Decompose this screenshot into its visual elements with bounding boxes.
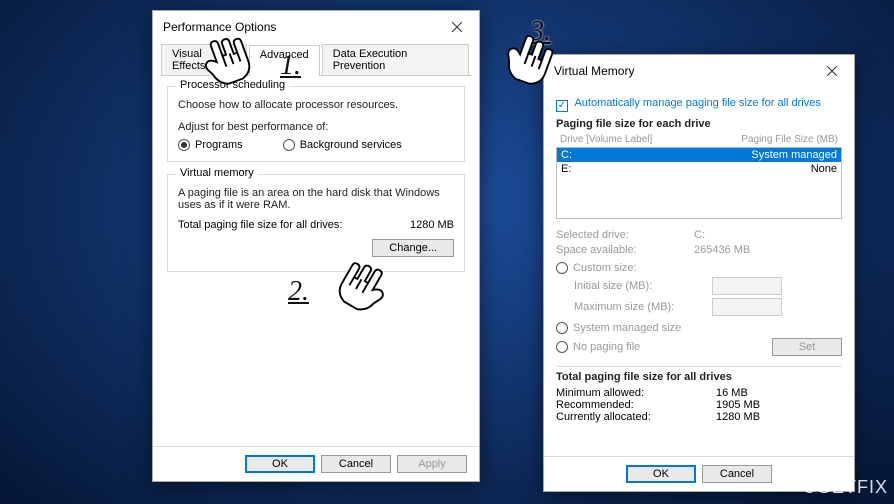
perf-button-row: OK Cancel Apply bbox=[153, 446, 479, 481]
apply-button[interactable]: Apply bbox=[397, 455, 467, 473]
checkbox-icon[interactable] bbox=[556, 100, 568, 112]
watermark: UGETFIX bbox=[803, 477, 888, 498]
initial-size-input bbox=[712, 277, 782, 295]
sys-managed-label: System managed size bbox=[573, 322, 681, 334]
radio-programs-label: Programs bbox=[195, 139, 243, 151]
tab-visual-effects[interactable]: Visual Effects bbox=[161, 44, 247, 75]
performance-options-dialog: Performance Options Visual Effects Advan… bbox=[152, 10, 480, 482]
radio-bg-label: Background services bbox=[300, 139, 402, 151]
no-paging-label: No paging file bbox=[573, 341, 640, 353]
ok-button[interactable]: OK bbox=[626, 465, 696, 483]
min-v: 16 MB bbox=[716, 387, 748, 399]
vm-title: Virtual Memory bbox=[554, 64, 634, 78]
init-label: Initial size (MB): bbox=[574, 280, 704, 292]
vm-desc: A paging file is an area on the hard dis… bbox=[178, 187, 454, 211]
cancel-button[interactable]: Cancel bbox=[321, 455, 391, 473]
list-item[interactable]: E: None bbox=[557, 162, 841, 176]
close-icon[interactable] bbox=[443, 17, 471, 37]
radio-custom-size: Custom size: bbox=[556, 262, 842, 274]
radio-dot-icon bbox=[178, 139, 190, 151]
radio-dot-icon bbox=[283, 139, 295, 151]
set-button: Set bbox=[772, 338, 842, 356]
seldrive-value: C: bbox=[694, 229, 705, 241]
auto-manage-label: Automatically manage paging file size fo… bbox=[574, 97, 820, 109]
cancel-button[interactable]: Cancel bbox=[702, 465, 772, 483]
auto-manage-row[interactable]: Automatically manage paging file size fo… bbox=[556, 97, 842, 112]
hdr-size: Paging File Size (MB) bbox=[717, 134, 838, 145]
drive-list[interactable]: C: System managed E: None bbox=[556, 147, 842, 219]
list-title: Paging file size for each drive bbox=[556, 118, 842, 130]
space-label: Space available: bbox=[556, 244, 686, 256]
min-l: Minimum allowed: bbox=[556, 387, 716, 399]
max-label: Maximum size (MB): bbox=[574, 301, 704, 313]
space-value: 265436 MB bbox=[694, 244, 750, 256]
radio-no-paging: No paging file bbox=[556, 341, 640, 353]
change-button[interactable]: Change... bbox=[372, 239, 454, 257]
custom-size-label: Custom size: bbox=[573, 262, 637, 274]
group-title-proc: Processor scheduling bbox=[176, 79, 289, 91]
ok-button[interactable]: OK bbox=[245, 455, 315, 473]
proc-desc: Choose how to allocate processor resourc… bbox=[178, 99, 454, 111]
drive-e-label: E: bbox=[561, 163, 717, 175]
seldrive-label: Selected drive: bbox=[556, 229, 686, 241]
cur-v: 1280 MB bbox=[716, 411, 760, 423]
group-processor-scheduling: Processor scheduling Choose how to alloc… bbox=[167, 86, 465, 162]
radio-dot-icon bbox=[556, 322, 568, 334]
vm-titlebar: Virtual Memory bbox=[544, 55, 854, 85]
vm-total-label: Total paging file size for all drives: bbox=[178, 219, 342, 231]
drive-c-size: System managed bbox=[717, 149, 837, 161]
radio-background-services[interactable]: Background services bbox=[283, 139, 402, 151]
virtual-memory-dialog: Virtual Memory Automatically manage pagi… bbox=[543, 54, 855, 492]
max-size-input bbox=[712, 298, 782, 316]
rec-v: 1905 MB bbox=[716, 399, 760, 411]
vm-total-value: 1280 MB bbox=[410, 219, 454, 231]
group-virtual-memory: Virtual memory A paging file is an area … bbox=[167, 174, 465, 272]
radio-dot-icon bbox=[556, 341, 568, 353]
drive-e-size: None bbox=[717, 163, 837, 175]
radio-system-managed: System managed size bbox=[556, 322, 842, 334]
close-icon[interactable] bbox=[818, 61, 846, 81]
radio-programs[interactable]: Programs bbox=[178, 139, 243, 151]
tab-advanced[interactable]: Advanced bbox=[249, 45, 320, 76]
tab-dep[interactable]: Data Execution Prevention bbox=[322, 44, 469, 75]
group-title-vm: Virtual memory bbox=[176, 167, 258, 179]
cur-l: Currently allocated: bbox=[556, 411, 716, 423]
perf-title: Performance Options bbox=[163, 20, 276, 34]
drive-c-label: C: bbox=[561, 149, 717, 161]
hdr-drive: Drive [Volume Label] bbox=[560, 134, 717, 145]
tab-strip: Visual Effects Advanced Data Execution P… bbox=[161, 41, 471, 76]
total-title: Total paging file size for all drives bbox=[556, 371, 842, 383]
proc-adjust: Adjust for best performance of: bbox=[178, 121, 454, 133]
list-item[interactable]: C: System managed bbox=[557, 148, 841, 162]
perf-titlebar: Performance Options bbox=[153, 11, 479, 41]
radio-dot-icon bbox=[556, 262, 568, 274]
rec-l: Recommended: bbox=[556, 399, 716, 411]
